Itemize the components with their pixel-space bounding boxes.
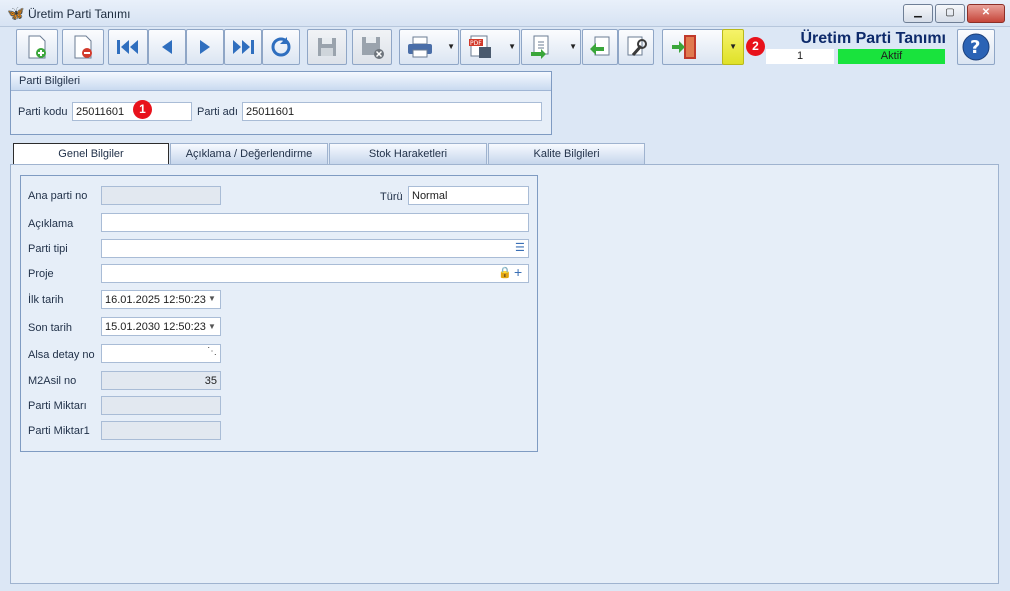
- previous-icon: [162, 40, 172, 54]
- son-tarih-label: Son tarih: [28, 322, 73, 334]
- refresh-button[interactable]: [262, 29, 300, 65]
- parti-adi-input[interactable]: 25011601: [242, 102, 542, 121]
- delete-icon: [74, 35, 92, 59]
- genel-bilgiler-panel: Ana parti no Türü Normal Açıklama Parti …: [20, 175, 538, 452]
- print-button[interactable]: ▼: [399, 29, 459, 65]
- last-icon: [233, 40, 254, 54]
- chevron-down-icon: ▼: [447, 42, 455, 51]
- title-bar: 🦋 Üretim Parti Tanımı ▁ ▢ ✕: [0, 0, 1010, 27]
- chevron-down-icon[interactable]: ▼: [208, 294, 216, 303]
- parti-miktar1-label: Parti Miktar1: [28, 425, 90, 437]
- chevron-down-icon[interactable]: ▼: [208, 322, 216, 331]
- turu-input[interactable]: Normal: [408, 186, 529, 205]
- proje-input[interactable]: [101, 264, 529, 283]
- ilk-tarih-input[interactable]: 16.01.2025 12:50:23: [101, 290, 221, 309]
- tab-genel-bilgiler[interactable]: Genel Bilgiler: [13, 143, 169, 165]
- settings-button[interactable]: [618, 29, 654, 65]
- add-icon[interactable]: +: [514, 264, 522, 280]
- ana-parti-no-input[interactable]: [101, 186, 221, 205]
- first-button[interactable]: [108, 29, 148, 65]
- export-icon: [531, 35, 549, 59]
- m2asil-no-input[interactable]: 35: [101, 371, 221, 390]
- tree-icon[interactable]: ⋱: [207, 346, 217, 357]
- parti-tipi-input[interactable]: [101, 239, 529, 258]
- alsa-detay-no-label: Alsa detay no: [28, 349, 95, 361]
- butterfly-icon: 🦋: [7, 5, 25, 21]
- new-icon: [28, 35, 46, 59]
- exit-door-icon: [672, 35, 696, 59]
- ilk-tarih-label: İlk tarih: [28, 294, 64, 306]
- cancel-save-icon: [362, 37, 384, 59]
- new-button[interactable]: [16, 29, 58, 65]
- save-button[interactable]: [307, 29, 347, 65]
- tab-stok-haraketleri[interactable]: Stok Haraketleri: [329, 143, 487, 165]
- page-title: Üretim Parti Tanımı: [800, 30, 946, 47]
- svg-text:PDF: PDF: [470, 40, 482, 47]
- exit-button[interactable]: [662, 29, 724, 65]
- exit-dropdown-button[interactable]: ▼: [722, 29, 744, 65]
- back-icon: [590, 36, 610, 56]
- chevron-down-icon: ▼: [569, 42, 577, 51]
- parti-miktari-input[interactable]: [101, 396, 221, 415]
- previous-button[interactable]: [148, 29, 186, 65]
- son-tarih-input[interactable]: 15.01.2030 12:50:23: [101, 317, 221, 336]
- tab-kalite-bilgileri[interactable]: Kalite Bilgileri: [488, 143, 645, 165]
- parti-tipi-label: Parti tipi: [28, 243, 68, 255]
- aciklama-label: Açıklama: [28, 218, 74, 230]
- maximize-button[interactable]: ▢: [935, 4, 965, 23]
- cancel-save-button[interactable]: [352, 29, 392, 65]
- parti-adi-label: Parti adı: [197, 106, 238, 118]
- turu-label: Türü: [380, 191, 403, 203]
- help-button[interactable]: ?: [957, 29, 995, 65]
- back-button[interactable]: [582, 29, 618, 65]
- chevron-down-icon: ▼: [508, 42, 516, 51]
- list-icon[interactable]: ☰: [515, 241, 525, 254]
- alsa-detay-no-input[interactable]: [101, 344, 221, 363]
- group-title: Parti Bilgileri: [11, 72, 551, 91]
- status-badge: Aktif: [838, 49, 945, 64]
- settings-icon: [627, 36, 647, 56]
- refresh-icon: [271, 37, 291, 57]
- aciklama-input[interactable]: [101, 213, 529, 232]
- first-icon: [117, 40, 138, 54]
- parti-bilgileri-group: Parti Bilgileri Parti kodu 25011601 Part…: [10, 71, 552, 135]
- tab-panel: Ana parti no Türü Normal Açıklama Parti …: [10, 164, 999, 584]
- pdf-export-icon: PDF: [469, 35, 491, 58]
- minimize-button[interactable]: ▁: [903, 4, 933, 23]
- next-icon: [200, 40, 210, 54]
- save-icon: [318, 38, 336, 56]
- export-button[interactable]: ▼: [521, 29, 581, 65]
- last-button[interactable]: [224, 29, 262, 65]
- parti-miktar1-input[interactable]: [101, 421, 221, 440]
- delete-button[interactable]: [62, 29, 104, 65]
- m2asil-no-label: M2Asil no: [28, 375, 77, 387]
- annotation-badge: 1: [133, 100, 152, 119]
- parti-kodu-input[interactable]: 25011601: [72, 102, 192, 121]
- window-title: Üretim Parti Tanımı: [28, 7, 131, 21]
- record-number: 1: [766, 49, 834, 64]
- lock-icon[interactable]: 🔒: [498, 266, 512, 279]
- parti-miktari-label: Parti Miktarı: [28, 400, 87, 412]
- close-button[interactable]: ✕: [967, 4, 1005, 23]
- print-icon: [408, 36, 432, 58]
- tab-aciklama[interactable]: Açıklama / Değerlendirme: [170, 143, 328, 165]
- pdf-export-button[interactable]: PDF ▼: [460, 29, 520, 65]
- help-icon: ?: [962, 33, 990, 61]
- annotation-badge: 2: [746, 37, 765, 56]
- proje-label: Proje: [28, 268, 54, 280]
- next-button[interactable]: [186, 29, 224, 65]
- ana-parti-no-label: Ana parti no: [28, 190, 88, 202]
- svg-text:?: ?: [970, 37, 980, 58]
- parti-kodu-label: Parti kodu: [18, 106, 68, 118]
- chevron-down-icon: ▼: [729, 42, 737, 51]
